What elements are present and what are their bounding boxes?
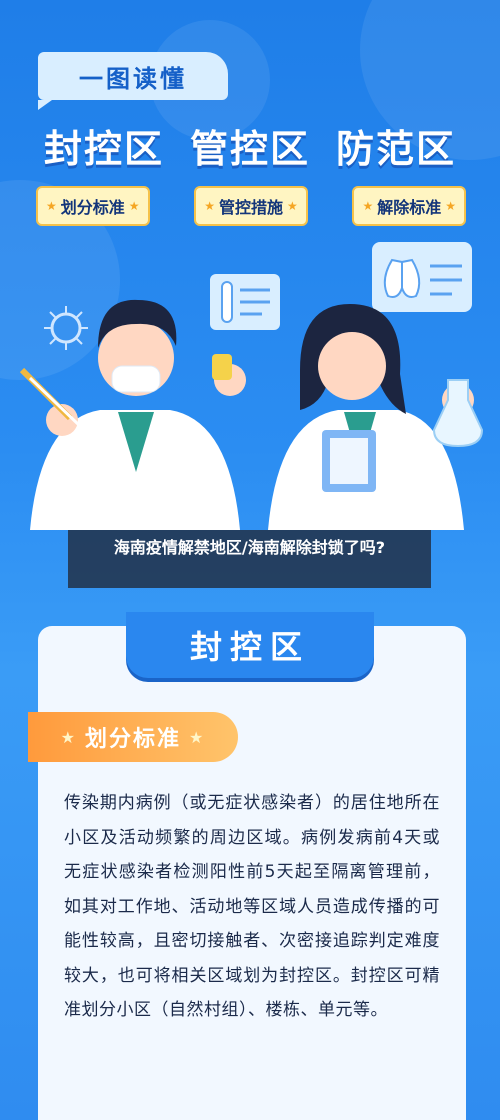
section-tab-label: 划分标准 <box>84 727 181 752</box>
pill-criteria: ★ 划分标准 ★ <box>36 186 150 226</box>
pill-measures: ★ 管控措施 ★ <box>194 186 308 226</box>
star-icon: ★ <box>204 199 215 213</box>
infographic-tag: 一图读懂 <box>38 52 228 110</box>
article-caption: 海南疫情解禁地区/海南解除封锁了吗? <box>68 530 431 588</box>
headline-zone-1: 封控区 <box>43 127 164 171</box>
pill-lift: ★ 解除标准 ★ <box>352 186 466 226</box>
pill-label: 解除标准 <box>377 198 442 217</box>
criteria-body-text: 传染期内病例（或无症状感染者）的居住地所在小区及活动频繁的周边区域。病例发病前4… <box>64 793 440 1020</box>
male-doctor-figure <box>19 299 246 530</box>
headline-zone-3: 防范区 <box>336 127 457 171</box>
pill-label: 划分标准 <box>60 198 125 217</box>
star-icon: ★ <box>128 199 140 213</box>
star-icon: ★ <box>189 727 206 747</box>
headline: 封控区 管控区 防范区 <box>0 118 500 173</box>
star-icon: ★ <box>287 199 298 213</box>
headline-zone-2: 管控区 <box>189 127 310 171</box>
star-icon: ★ <box>46 199 57 213</box>
pill-label: 管控措施 <box>218 198 283 217</box>
virus-icon <box>44 306 88 350</box>
test-tube-panel-icon <box>210 274 280 330</box>
card-title: 封控区 <box>126 612 374 678</box>
female-doctor-figure <box>268 304 484 530</box>
star-icon: ★ <box>60 727 77 747</box>
lungs-panel-icon <box>372 242 472 312</box>
poster: 一图读懂 封控区 管控区 防范区 ★ 划分标准 ★ ★ 管控措施 ★ ★ 解除标准 ★ <box>0 0 500 1120</box>
topic-pills: ★ 划分标准 ★ ★ 管控措施 ★ ★ 解除标准 ★ <box>36 186 466 226</box>
star-icon: ★ <box>445 199 456 213</box>
star-icon: ★ <box>362 199 374 213</box>
section-tab: ★ 划分标准 ★ <box>28 712 238 762</box>
